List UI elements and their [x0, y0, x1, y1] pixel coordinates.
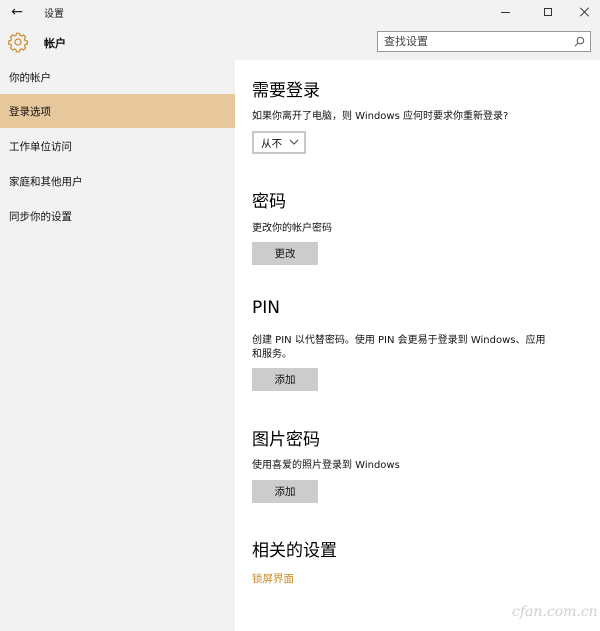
require-signin-heading: 需要登录 [252, 81, 320, 101]
password-description: 更改你的帐户密码 [252, 223, 332, 234]
sidebar-item-your-account[interactable]: 你的帐户 [0, 60, 235, 94]
change-password-button[interactable]: 更改 [252, 242, 318, 265]
watermark: cfan.com.cn [512, 604, 598, 620]
window-title: 设置 [44, 9, 64, 20]
search-input[interactable] [384, 35, 564, 48]
maximize-icon [544, 8, 552, 16]
close-icon [580, 7, 590, 17]
sidebar-item-label: 同步你的设置 [9, 210, 72, 223]
sidebar: 你的帐户 登录选项 工作单位访问 家庭和其他用户 同步你的设置 [0, 60, 235, 631]
page-title: 帐户 [44, 37, 66, 50]
lock-screen-link[interactable]: 锁屏界面 [252, 571, 294, 586]
search-icon[interactable] [574, 36, 585, 47]
back-arrow-icon: ← [11, 4, 23, 20]
sidebar-item-family-users[interactable]: 家庭和其他用户 [0, 164, 235, 198]
require-signin-dropdown[interactable]: 从不 [252, 131, 306, 154]
chevron-down-icon [289, 139, 299, 145]
picture-password-description: 使用喜爱的照片登录到 Windows [252, 460, 400, 471]
search-box[interactable] [377, 31, 591, 52]
sidebar-item-sync-settings[interactable]: 同步你的设置 [0, 199, 235, 233]
close-button[interactable] [570, 0, 600, 24]
sidebar-item-label: 你的帐户 [9, 71, 51, 84]
picture-password-heading: 图片密码 [252, 430, 320, 450]
add-picture-password-button[interactable]: 添加 [252, 480, 318, 503]
main-content: 需要登录 如果你离开了电脑，则 Windows 应何时要求你重新登录? 从不 密… [235, 60, 600, 631]
back-button[interactable]: ← [5, 1, 29, 23]
settings-header: 帐户 [0, 24, 600, 60]
password-heading: 密码 [252, 192, 286, 212]
sidebar-item-label: 登录选项 [9, 105, 51, 118]
gear-icon [8, 32, 28, 53]
pin-description-line1: 创建 PIN 以代替密码。使用 PIN 会更易于登录到 Windows、应用 [252, 335, 546, 346]
require-signin-description: 如果你离开了电脑，则 Windows 应何时要求你重新登录? [252, 111, 509, 122]
maximize-button[interactable] [533, 0, 563, 24]
pin-heading: PIN [252, 298, 280, 318]
minimize-button[interactable] [490, 0, 520, 24]
add-pin-button[interactable]: 添加 [252, 368, 318, 391]
related-settings-heading: 相关的设置 [252, 541, 337, 561]
pin-description-line2: 和服务。 [252, 349, 292, 360]
sidebar-item-work-access[interactable]: 工作单位访问 [0, 129, 235, 163]
sidebar-item-label: 工作单位访问 [9, 140, 72, 153]
minimize-icon [500, 11, 510, 13]
title-bar: ← 设置 [0, 0, 600, 24]
dropdown-value: 从不 [261, 138, 282, 150]
sidebar-item-label: 家庭和其他用户 [9, 175, 83, 188]
sidebar-item-signin-options[interactable]: 登录选项 [0, 94, 235, 128]
